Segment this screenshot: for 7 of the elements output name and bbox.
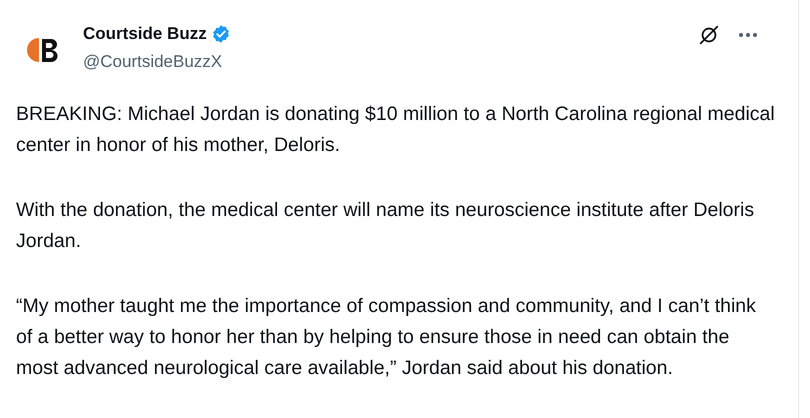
more-options-icon[interactable] (738, 32, 758, 38)
post-paragraph: “My mother taught me the importance of compassion and community, and I can’t think of a better way to honor her than by helping to ensure those in need can obtain the most advanced neurological care available,” Jordan said about his donation. (16, 294, 757, 381)
slashed-circle-icon[interactable] (698, 24, 720, 46)
post-paragraph: BREAKING: Michael Jordan is donating $10 million to a North Carolina regional medical center in honor of his mother, Deloris. (16, 102, 776, 158)
author-handle[interactable]: @CourtsideBuzzX (83, 52, 698, 72)
post-paragraph: With the donation, the medical center will name its neuroscience institute after Deloris Jordan. (16, 198, 756, 254)
author-name[interactable]: Courtside Buzz (83, 24, 207, 44)
